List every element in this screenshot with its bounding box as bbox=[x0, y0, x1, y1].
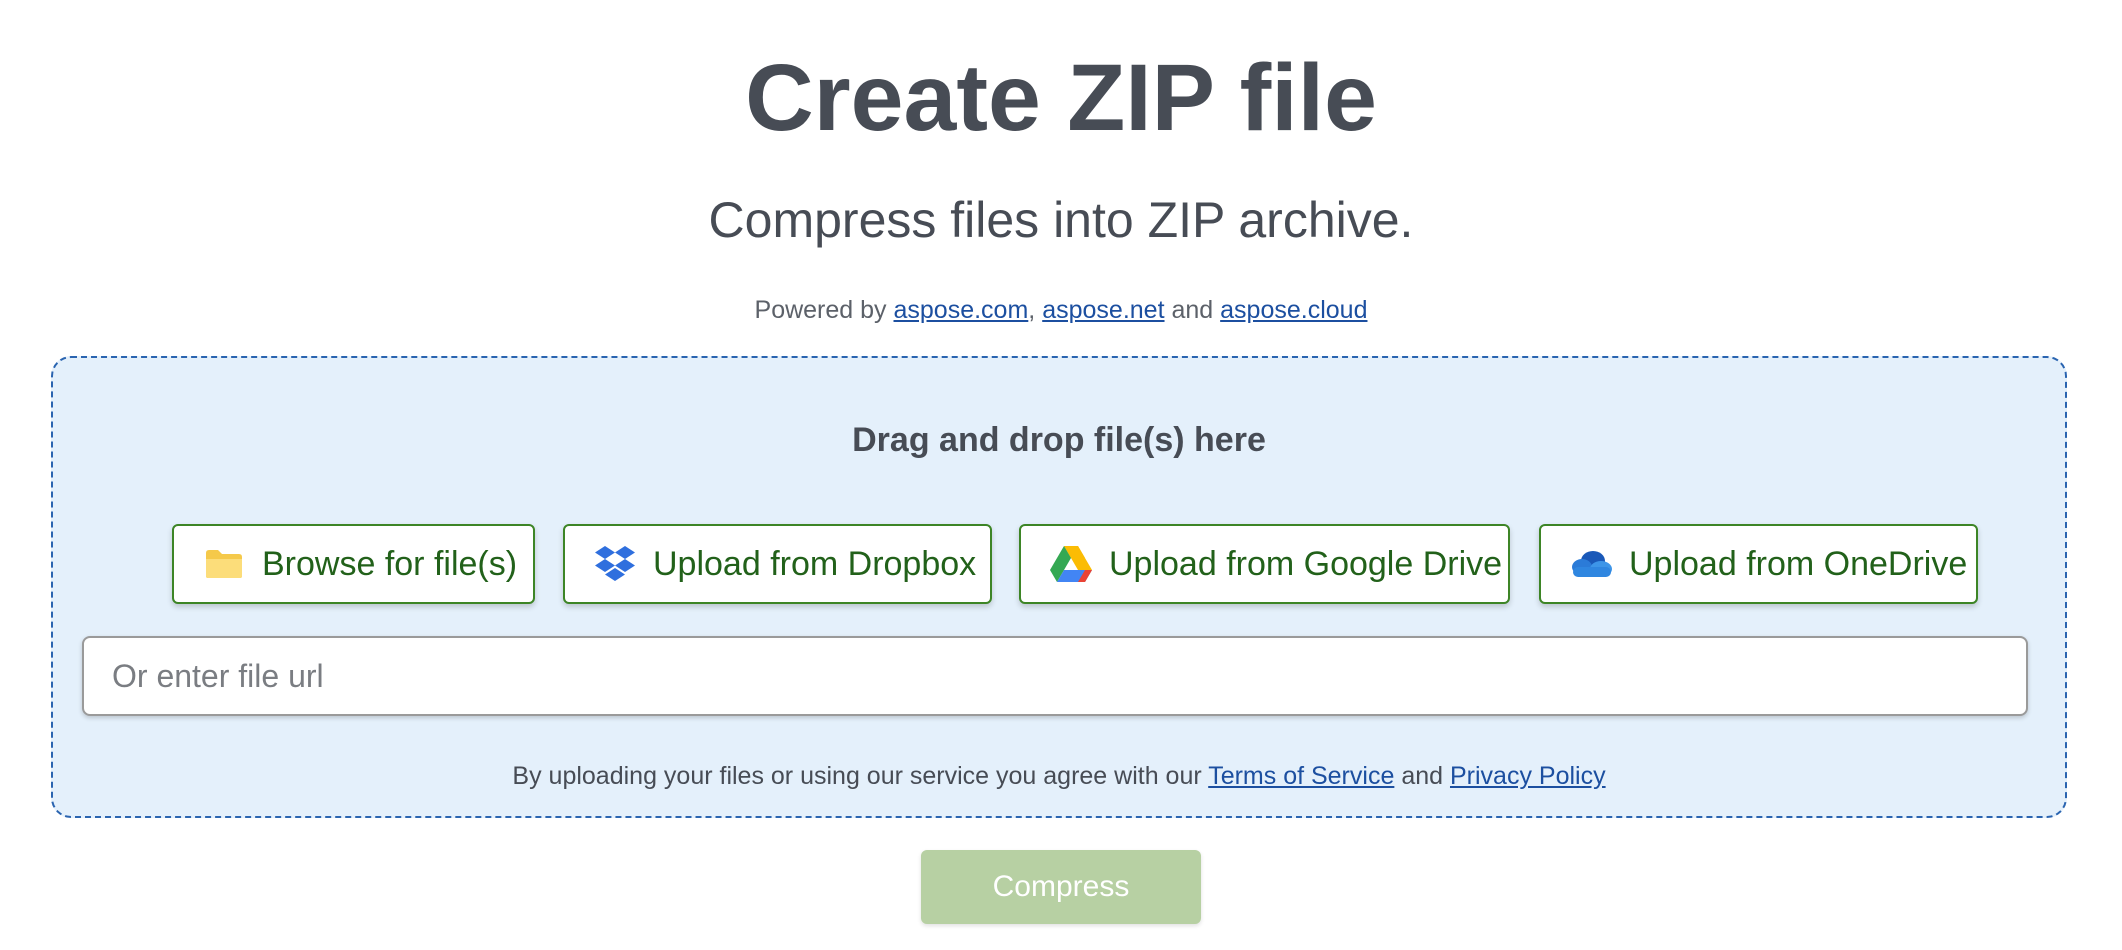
agreement-prefix: By uploading your files or using our ser… bbox=[512, 762, 1202, 790]
page: Create ZIP file Compress files into ZIP … bbox=[0, 0, 2122, 950]
page-subtitle: Compress files into ZIP archive. bbox=[708, 192, 1414, 248]
google-drive-upload-button[interactable]: Upload from Google Drive bbox=[1019, 524, 1510, 604]
aspose-net-link[interactable]: aspose.net bbox=[1042, 296, 1164, 324]
terms-of-service-link[interactable]: Terms of Service bbox=[1208, 762, 1394, 790]
dropbox-upload-label: Upload from Dropbox bbox=[653, 544, 977, 583]
agreement-text: By uploading your files or using our ser… bbox=[53, 758, 2065, 794]
agreement-conjunction: and bbox=[1401, 762, 1444, 790]
onedrive-upload-label: Upload from OneDrive bbox=[1629, 544, 1968, 583]
dropbox-upload-button[interactable]: Upload from Dropbox bbox=[563, 524, 992, 604]
aspose-cloud-link[interactable]: aspose.cloud bbox=[1220, 296, 1367, 324]
compress-button[interactable]: Compress bbox=[921, 850, 1201, 924]
file-url-input[interactable] bbox=[82, 636, 2028, 716]
onedrive-upload-button[interactable]: Upload from OneDrive bbox=[1539, 524, 1978, 604]
powered-by-conjunction: and bbox=[1171, 296, 1214, 324]
powered-by-separator: , bbox=[1028, 296, 1036, 324]
file-dropzone[interactable]: Drag and drop file(s) here Browse for fi… bbox=[51, 356, 2067, 818]
browse-files-label: Browse for file(s) bbox=[262, 544, 518, 583]
aspose-com-link[interactable]: aspose.com bbox=[894, 296, 1029, 324]
google-drive-icon bbox=[1049, 542, 1093, 586]
page-title: Create ZIP file bbox=[745, 45, 1377, 151]
privacy-policy-link[interactable]: Privacy Policy bbox=[1450, 762, 1606, 790]
onedrive-icon bbox=[1569, 542, 1613, 586]
powered-by: Powered by aspose.com, aspose.net and as… bbox=[0, 292, 2122, 328]
dropbox-icon bbox=[593, 542, 637, 586]
folder-icon bbox=[202, 542, 246, 586]
browse-files-button[interactable]: Browse for file(s) bbox=[172, 524, 535, 604]
powered-by-prefix: Powered by bbox=[754, 296, 887, 324]
dropzone-title: Drag and drop file(s) here bbox=[852, 421, 1266, 459]
google-drive-upload-label: Upload from Google Drive bbox=[1109, 544, 1503, 583]
upload-buttons: Browse for file(s) Upload from Dropbox U… bbox=[53, 524, 2065, 604]
